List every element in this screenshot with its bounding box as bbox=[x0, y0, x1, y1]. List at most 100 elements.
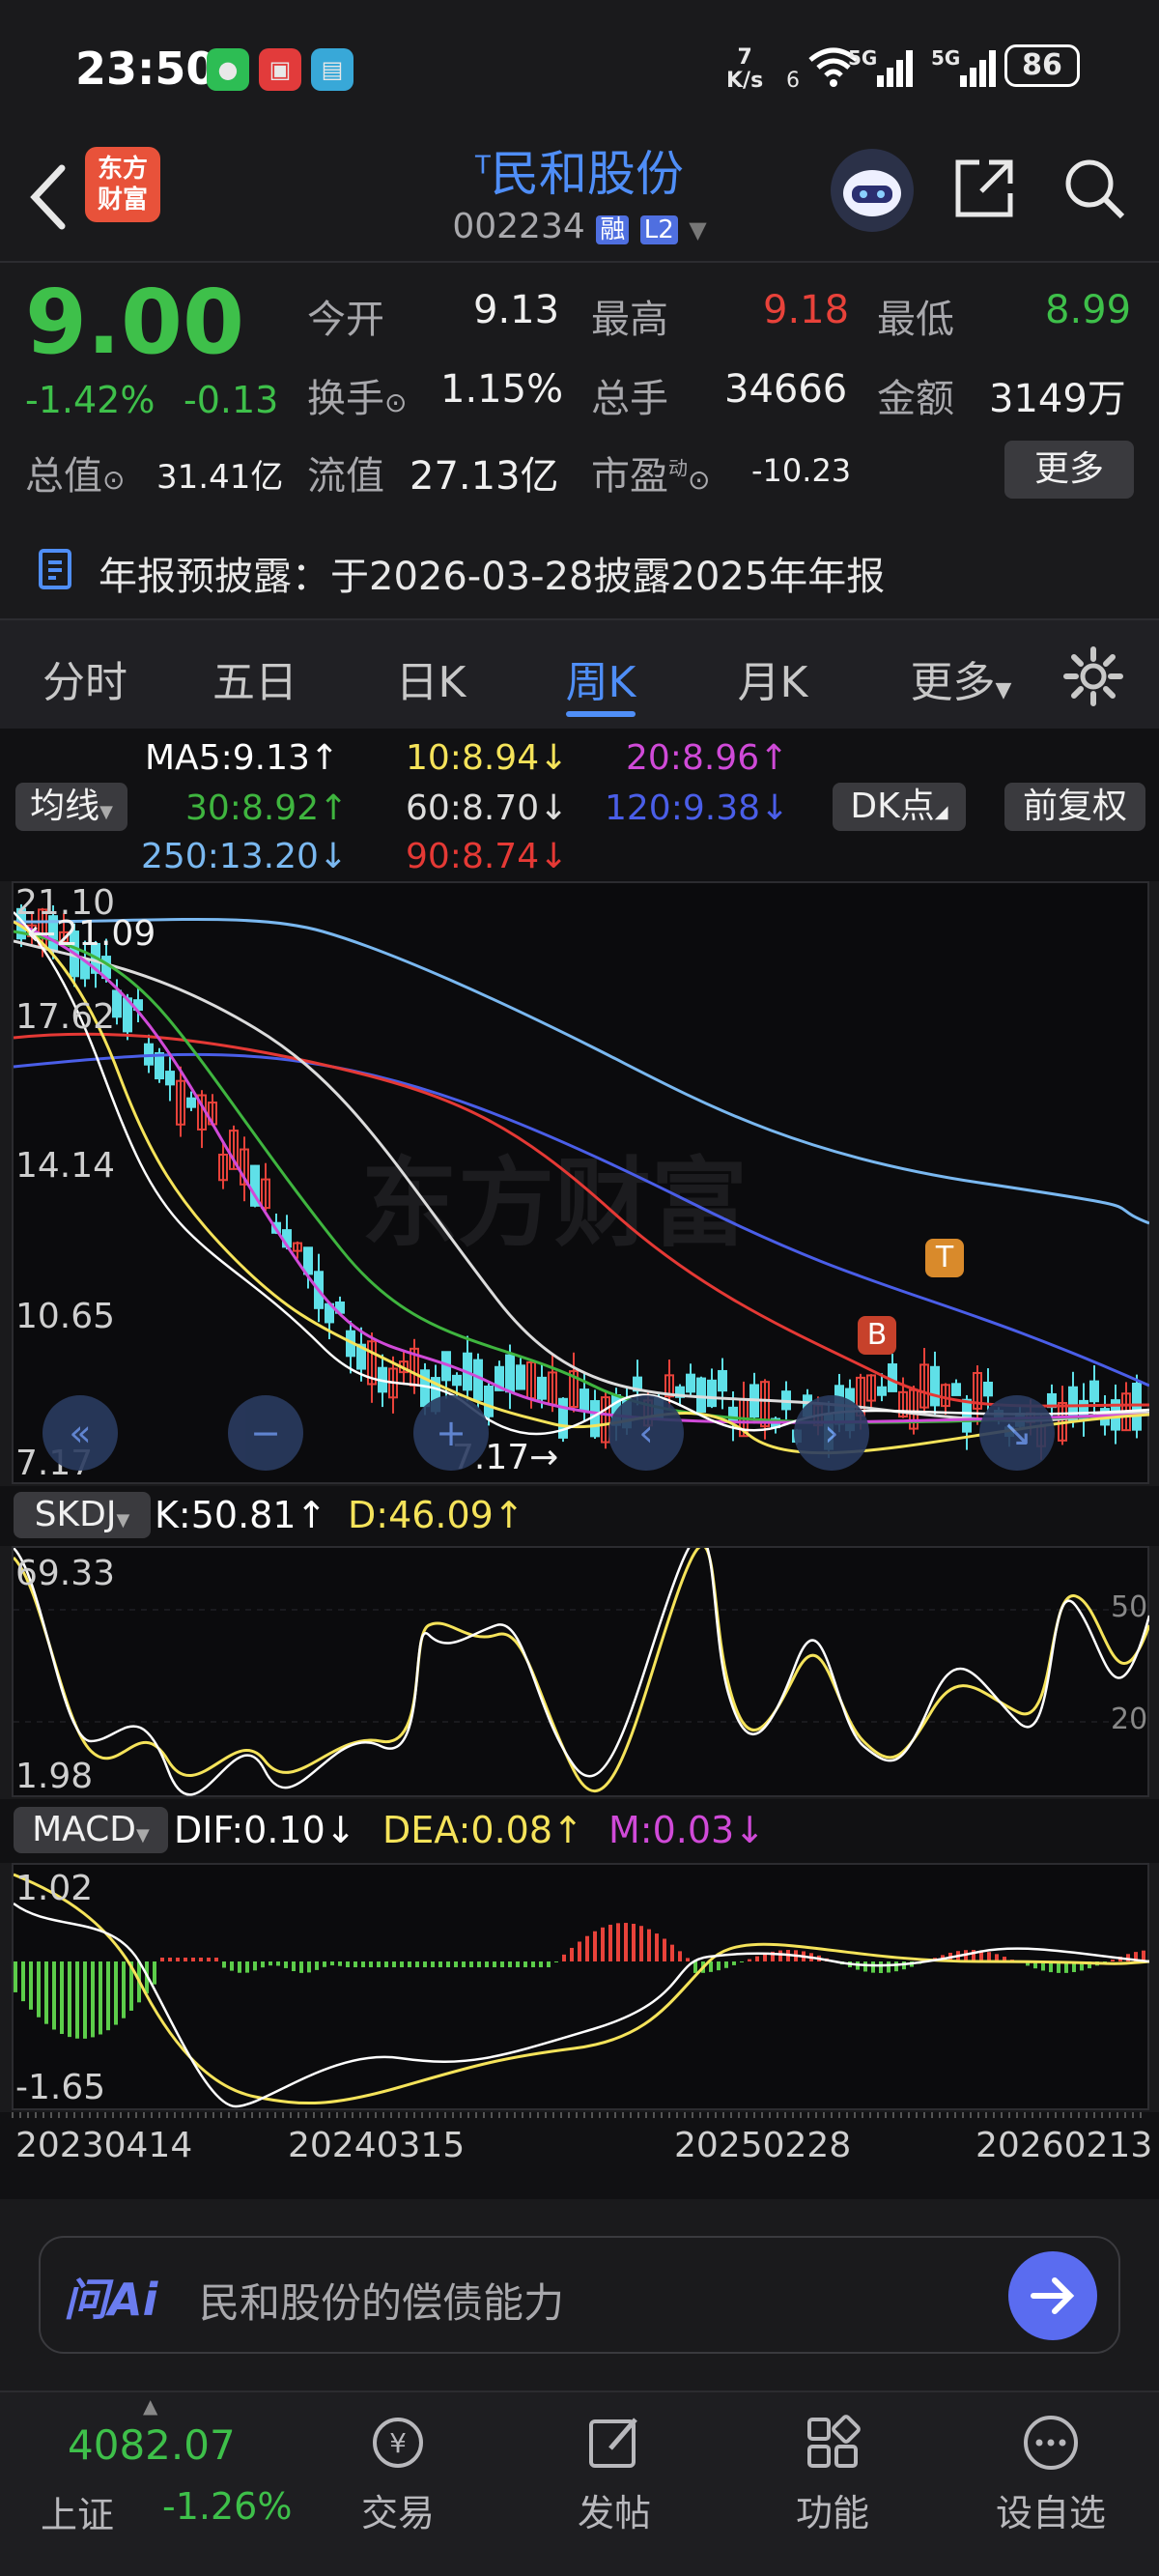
scroll-left-fast-button[interactable]: « bbox=[42, 1395, 118, 1471]
macd-histogram-bar bbox=[21, 1961, 25, 2002]
ma250-value: 250:13.20↓ bbox=[141, 837, 349, 876]
macd-histogram-bar bbox=[68, 1961, 71, 2038]
buy-marker[interactable]: B bbox=[858, 1316, 896, 1355]
macd-histogram-bar bbox=[191, 1958, 195, 1961]
tab-weekly-k[interactable]: 周K bbox=[525, 647, 676, 709]
candle-body bbox=[962, 1398, 972, 1433]
macd-chart[interactable]: 1.02 -1.65 bbox=[12, 1863, 1149, 2110]
candle-body bbox=[728, 1406, 738, 1423]
candle-body bbox=[505, 1354, 515, 1393]
candle-body bbox=[155, 1052, 164, 1080]
macd-histogram-bar bbox=[647, 1929, 651, 1961]
macd-dif-line bbox=[14, 1902, 1149, 2108]
bottom-nav: ▲ 4082.07 上证 -1.26% ¥ 交易 发帖 功能 设自选 bbox=[0, 2390, 1159, 2576]
chart-settings-button[interactable] bbox=[1062, 645, 1124, 707]
volume-label: 总手 bbox=[591, 377, 668, 421]
macd-histogram-bar bbox=[554, 1961, 558, 1962]
macd-selector[interactable]: MACD▼ bbox=[14, 1807, 168, 1853]
tab-monthly-k[interactable]: 月K bbox=[697, 647, 848, 709]
caret-down-icon: ▼ bbox=[995, 678, 1012, 702]
plus-icon: + bbox=[436, 1412, 466, 1454]
macd-histogram-bar bbox=[377, 1961, 381, 1967]
macd-histogram-bar bbox=[99, 1961, 102, 2035]
macd-y-top: 1.02 bbox=[15, 1869, 94, 1908]
eastmoney-logo[interactable]: 东方 财富 bbox=[85, 147, 160, 222]
macd-histogram-bar bbox=[400, 1961, 404, 1967]
macd-histogram-bar bbox=[454, 1961, 458, 1967]
open-value: 9.13 bbox=[473, 288, 560, 332]
macd-histogram-bar bbox=[361, 1961, 365, 1967]
nav-post[interactable]: 发帖 bbox=[518, 2412, 711, 2536]
macd-histogram-bar bbox=[238, 1961, 241, 1973]
ma5-value: MA5:9.13↑ bbox=[145, 738, 340, 778]
tab-daily-k[interactable]: 日K bbox=[355, 647, 506, 709]
skdj-selector[interactable]: SKDJ▼ bbox=[14, 1492, 151, 1538]
skdj-chart[interactable]: 69.33 1.98 50 20 bbox=[12, 1546, 1149, 1797]
macd-histogram-bar bbox=[408, 1961, 411, 1967]
adjustment-button[interactable]: 前复权 bbox=[1004, 783, 1145, 831]
index-change[interactable]: -1.26% bbox=[162, 2485, 292, 2528]
macd-histogram-bar bbox=[531, 1961, 535, 1967]
skdj-svg bbox=[14, 1548, 1149, 1796]
period-tabs: 分时 五日 日K 周K 月K 更多▼ bbox=[0, 620, 1159, 729]
kline-chart[interactable]: 东方财富 21.10 17.62 14.14 10.65 7.17 ←21.09… bbox=[12, 881, 1149, 1484]
macd-histogram-bar bbox=[485, 1961, 489, 1967]
skdj-ref-high: 50 bbox=[1111, 1590, 1148, 1624]
more-quote-button[interactable]: 更多 bbox=[1004, 441, 1134, 499]
nav-trade[interactable]: ¥ 交易 bbox=[301, 2412, 495, 2536]
nav-functions[interactable]: 功能 bbox=[736, 2412, 929, 2536]
candle-body bbox=[951, 1383, 961, 1396]
ask-ai-submit-button[interactable] bbox=[1008, 2251, 1097, 2340]
macd-histogram-bar bbox=[384, 1961, 388, 1967]
l2-badge: L2 bbox=[639, 215, 678, 244]
header: 东方 财富 T民和股份 002234 融 L2 ▼ bbox=[0, 135, 1159, 261]
nav-add-watchlist[interactable]: 设自选 bbox=[954, 2412, 1147, 2536]
ma60-value: 60:8.70↓ bbox=[406, 788, 569, 828]
ask-ai-bar[interactable]: 问Ai 民和股份的偿债能力 bbox=[39, 2236, 1120, 2354]
zoom-out-button[interactable]: − bbox=[228, 1395, 303, 1471]
indicator-selector[interactable]: 均线▼ bbox=[15, 783, 127, 831]
tab-intraday[interactable]: 分时 bbox=[10, 647, 160, 709]
candle-body bbox=[186, 1097, 196, 1108]
scroll-left-button[interactable]: ‹ bbox=[608, 1395, 684, 1471]
candle-body bbox=[165, 1071, 175, 1086]
macd-histogram-bar bbox=[686, 1958, 690, 1961]
ask-ai-input[interactable]: 民和股份的偿债能力 bbox=[199, 2271, 564, 2330]
macd-histogram-bar bbox=[477, 1961, 481, 1967]
tab-more[interactable]: 更多▼ bbox=[879, 647, 1043, 709]
back-button[interactable] bbox=[21, 158, 79, 236]
scroll-right-button[interactable]: › bbox=[794, 1395, 869, 1471]
skdj-k-line bbox=[14, 1548, 1149, 1796]
index-name[interactable]: 上证 bbox=[41, 2485, 114, 2538]
macd-histogram-bar bbox=[523, 1961, 527, 1967]
macd-histogram-bar bbox=[75, 1961, 79, 2039]
macd-histogram-bar bbox=[740, 1961, 744, 1962]
date-label-3: 20250228 bbox=[674, 2126, 852, 2165]
search-button[interactable] bbox=[1060, 155, 1128, 222]
notice-bar[interactable]: 年报预披露：于2026-03-28披露2025年年报 bbox=[0, 522, 1159, 618]
macd-histogram-bar bbox=[330, 1961, 334, 1966]
tab-five-day[interactable]: 五日 bbox=[180, 647, 330, 709]
candle-body bbox=[707, 1379, 717, 1408]
macd-histogram-bar bbox=[199, 1958, 203, 1961]
turnover-label: 换手⊙ bbox=[307, 377, 408, 421]
robot-assistant-icon[interactable] bbox=[831, 149, 914, 232]
app-notification-icon: ▣ bbox=[259, 48, 301, 91]
macd-histogram-bar bbox=[446, 1961, 450, 1967]
macd-histogram-bar bbox=[14, 1961, 17, 1992]
macd-histogram-bar bbox=[153, 1961, 156, 1985]
macd-histogram-bar bbox=[114, 1961, 118, 2025]
macd-histogram-bar bbox=[106, 1961, 110, 2031]
zoom-in-button[interactable]: + bbox=[413, 1395, 489, 1471]
candle-body bbox=[590, 1400, 600, 1438]
share-button[interactable] bbox=[950, 155, 1018, 222]
info-icon: ⊙ bbox=[102, 464, 126, 496]
divider bbox=[0, 261, 1159, 263]
macd-histogram-bar bbox=[415, 1961, 419, 1967]
t-marker[interactable]: T bbox=[925, 1239, 964, 1277]
index-value[interactable]: 4082.07 bbox=[68, 2421, 236, 2469]
reset-view-button[interactable]: ↘ bbox=[979, 1395, 1055, 1471]
dk-point-button[interactable]: DK点◢ bbox=[833, 783, 966, 831]
ma30-value: 30:8.92↑ bbox=[185, 788, 349, 828]
y-axis-label-2: 17.62 bbox=[15, 997, 116, 1037]
